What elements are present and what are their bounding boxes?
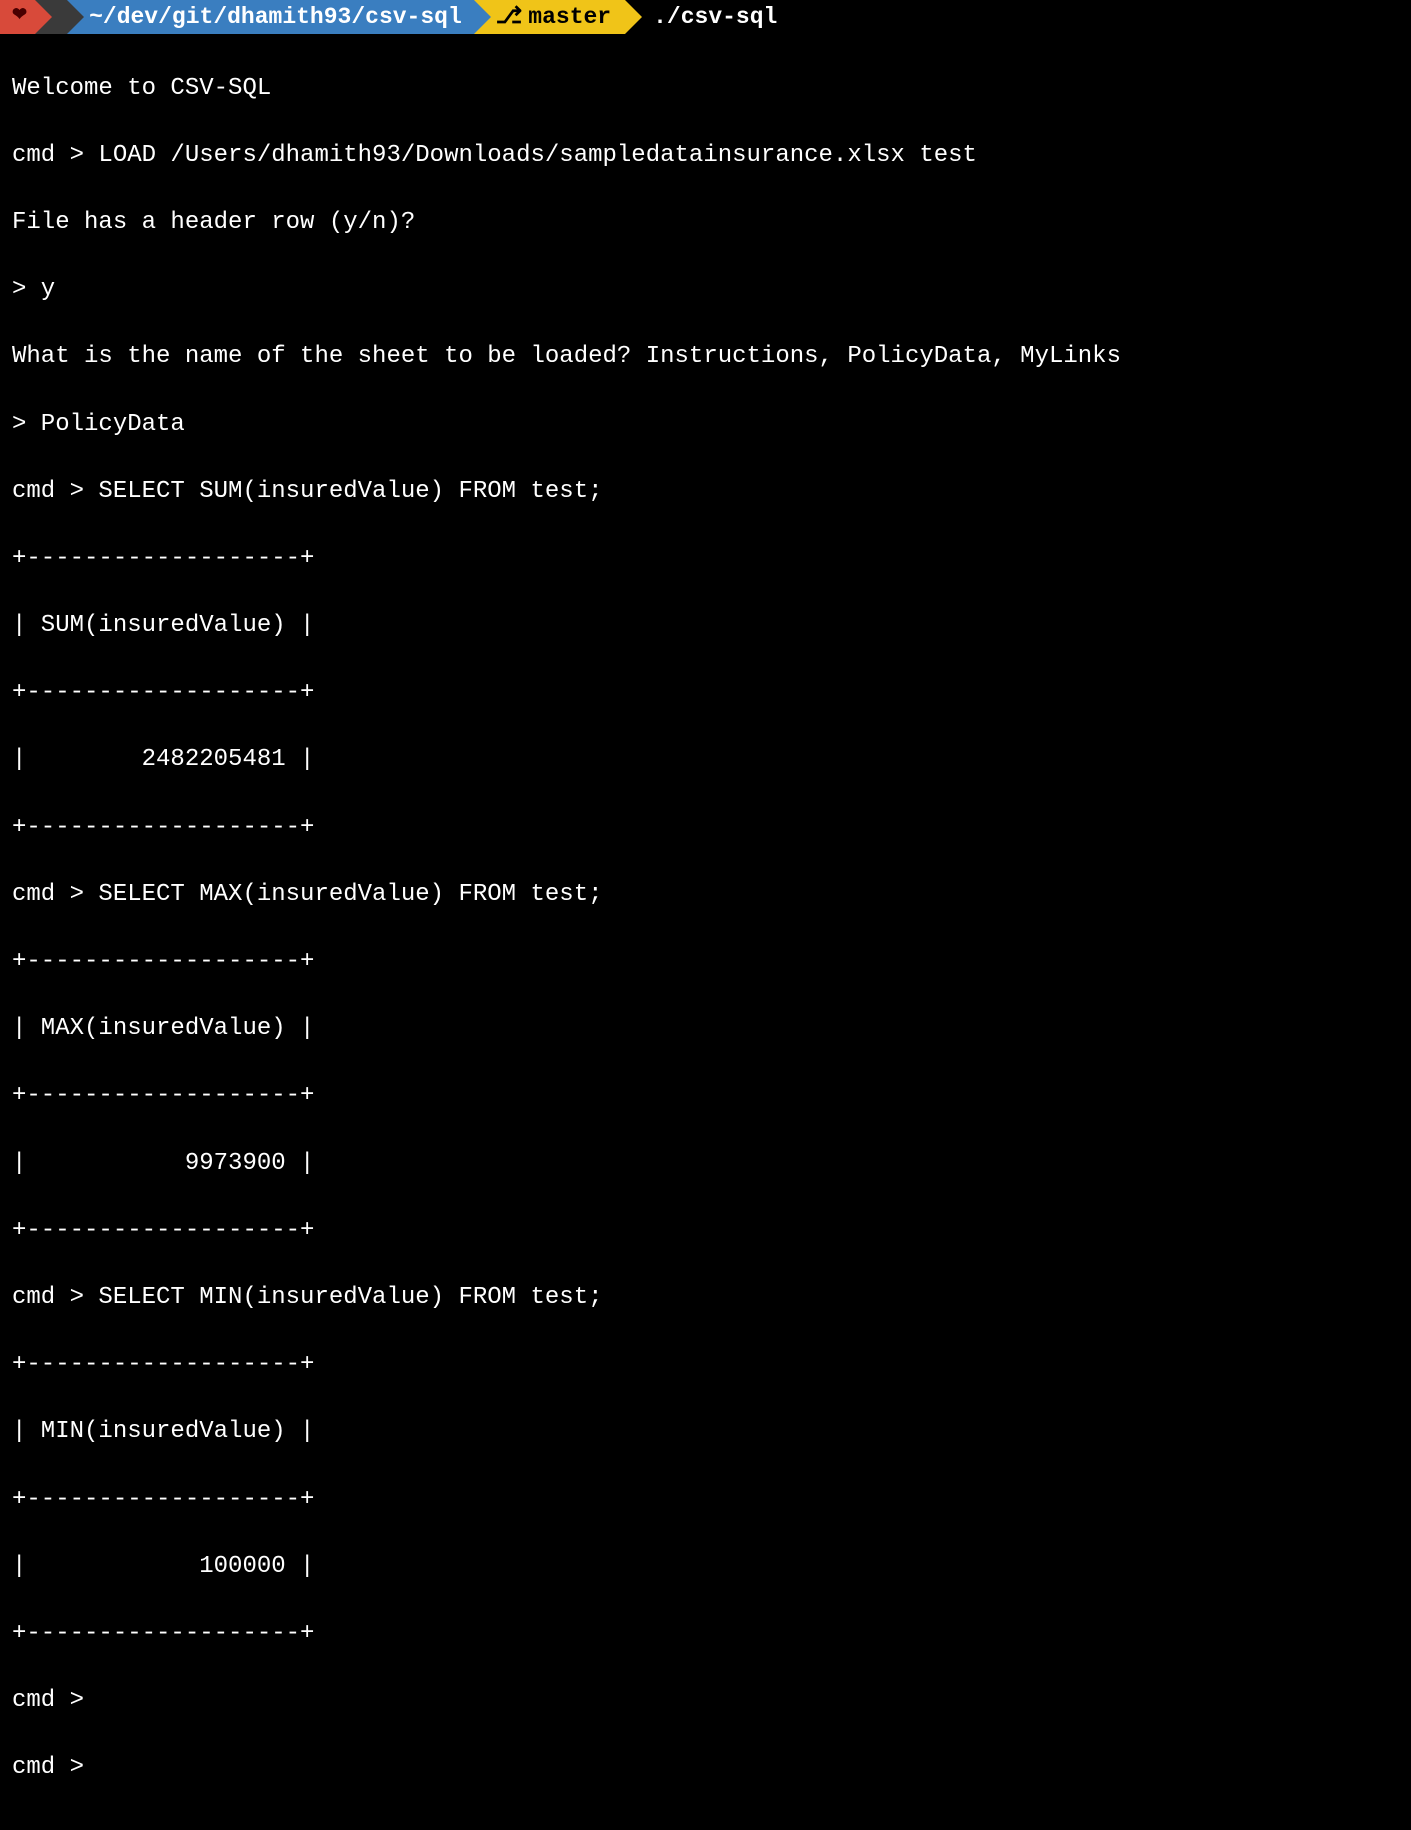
table-row: | 9973900 |: [12, 1147, 1399, 1181]
table-row: | 2482205481 |: [12, 743, 1399, 777]
query-max-cmd: cmd > SELECT MAX(insuredValue) FROM test…: [12, 878, 1399, 912]
empty-prompt-cursor[interactable]: cmd >: [12, 1751, 1399, 1785]
table-border: +-------------------+: [12, 1079, 1399, 1113]
git-branch-name: master: [528, 1, 611, 33]
table-border: +-------------------+: [12, 676, 1399, 710]
header-prompt-line: File has a header row (y/n)?: [12, 206, 1399, 240]
load-command-line: cmd > LOAD /Users/dhamith93/Downloads/sa…: [12, 139, 1399, 173]
table-border: +-------------------+: [12, 542, 1399, 576]
welcome-line: Welcome to CSV-SQL: [12, 72, 1399, 106]
table-header: | MIN(insuredValue) |: [12, 1415, 1399, 1449]
prompt-segment-status: ❤: [0, 0, 35, 34]
sheet-answer-line: > PolicyData: [12, 408, 1399, 442]
table-header: | SUM(insuredValue) |: [12, 609, 1399, 643]
terminal-output[interactable]: Welcome to CSV-SQL cmd > LOAD /Users/dha…: [0, 34, 1411, 1830]
prompt-segment-git: ⎇ master: [474, 0, 625, 34]
table-header: | MAX(insuredValue) |: [12, 1012, 1399, 1046]
prompt-segment-command: ./csv-sql: [625, 0, 789, 34]
table-border: +-------------------+: [12, 1348, 1399, 1382]
prompt-segment-path: ~/dev/git/dhamith93/csv-sql: [67, 0, 474, 34]
table-border: +-------------------+: [12, 811, 1399, 845]
query-sum-cmd: cmd > SELECT SUM(insuredValue) FROM test…: [12, 475, 1399, 509]
git-branch-icon: ⎇: [496, 1, 523, 33]
empty-prompt: cmd >: [12, 1684, 1399, 1718]
table-border: +-------------------+: [12, 1617, 1399, 1651]
executed-command: ./csv-sql: [653, 1, 777, 33]
heart-broken-icon: ❤: [12, 4, 27, 29]
shell-prompt-bar: ❤ ~/dev/git/dhamith93/csv-sql ⎇ master .…: [0, 0, 1411, 34]
table-row: | 100000 |: [12, 1550, 1399, 1584]
table-border: +-------------------+: [12, 1214, 1399, 1248]
table-border: +-------------------+: [12, 945, 1399, 979]
header-answer-line: > y: [12, 273, 1399, 307]
sheet-prompt-line: What is the name of the sheet to be load…: [12, 340, 1399, 374]
query-min-cmd: cmd > SELECT MIN(insuredValue) FROM test…: [12, 1281, 1399, 1315]
table-border: +-------------------+: [12, 1483, 1399, 1517]
current-path: ~/dev/git/dhamith93/csv-sql: [89, 1, 462, 33]
